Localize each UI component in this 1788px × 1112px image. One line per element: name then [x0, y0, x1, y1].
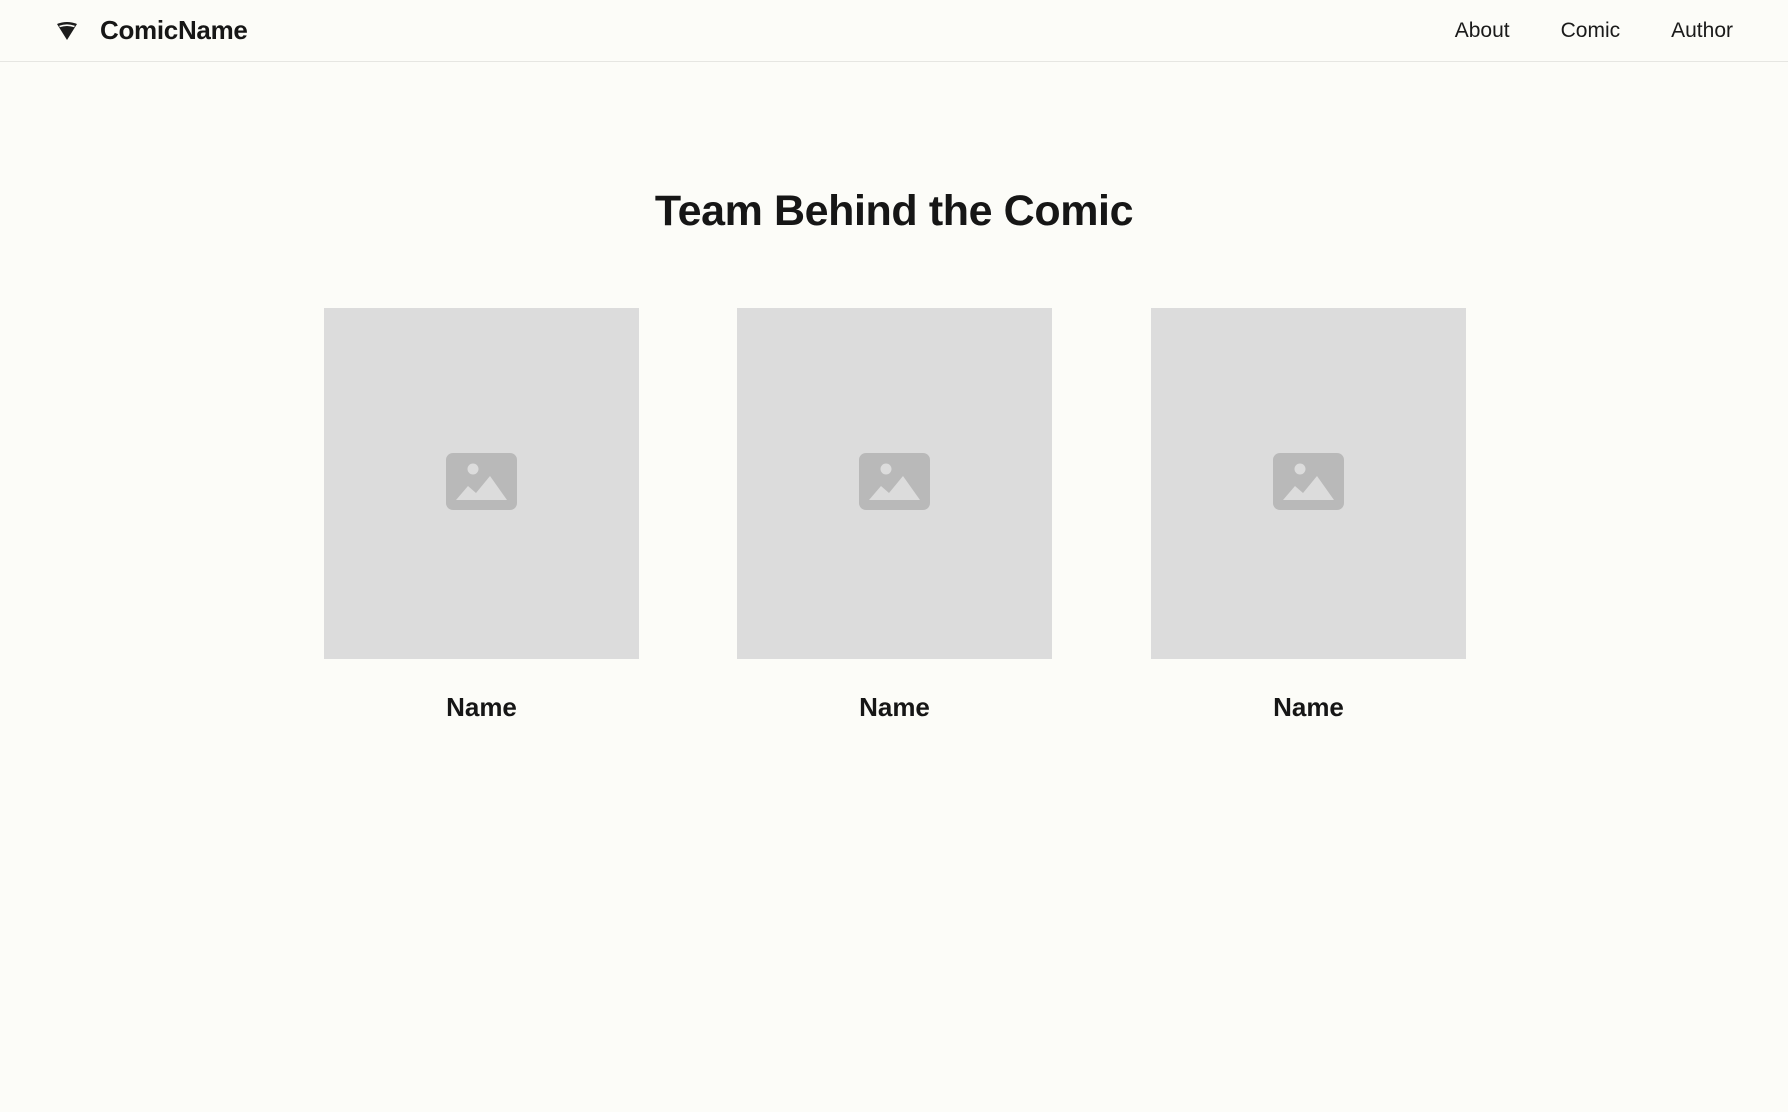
team-member-card: Name [1151, 308, 1466, 723]
member-photo [1151, 308, 1466, 659]
member-photo [737, 308, 1052, 659]
diamond-icon [56, 20, 78, 42]
image-placeholder-icon [446, 452, 517, 515]
team-member-card: Name [737, 308, 1052, 723]
nav-link-comic[interactable]: Comic [1561, 19, 1621, 43]
nav-links: About Comic Author [1404, 19, 1733, 43]
team-member-card: Name [324, 308, 639, 723]
member-photo [324, 308, 639, 659]
member-name: Name [1273, 692, 1344, 722]
brand[interactable]: ComicName [56, 15, 248, 46]
page-title: Team Behind the Comic [654, 187, 1134, 235]
image-placeholder-icon [859, 452, 930, 515]
nav-link-author[interactable]: Author [1671, 19, 1733, 43]
member-name: Name [446, 692, 517, 722]
navbar: ComicName About Comic Author [0, 0, 1788, 62]
nav-link-about[interactable]: About [1455, 19, 1510, 43]
brand-name: ComicName [100, 15, 248, 45]
image-placeholder-icon [1273, 452, 1344, 515]
member-name: Name [859, 692, 930, 722]
